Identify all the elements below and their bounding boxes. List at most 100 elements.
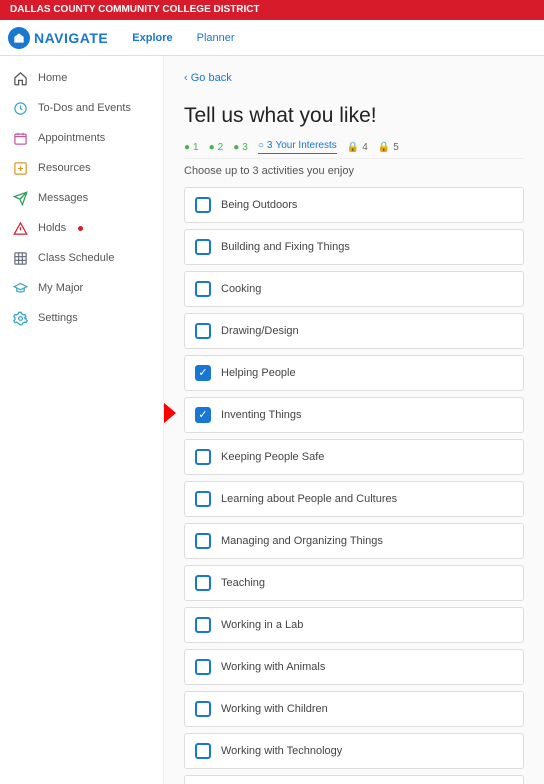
checkbox[interactable] xyxy=(195,575,211,591)
step-3-current: ○3 Your Interests xyxy=(258,140,337,154)
annotation-arrow-left xyxy=(164,386,176,443)
checkbox[interactable] xyxy=(195,491,211,507)
option-label: Working with Children xyxy=(221,703,328,715)
grad-cap-icon xyxy=(12,280,28,296)
send-icon xyxy=(12,190,28,206)
checkbox[interactable] xyxy=(195,617,211,633)
option-label: Building and Fixing Things xyxy=(221,241,350,253)
checkbox[interactable] xyxy=(195,197,211,213)
option-working-lab[interactable]: Working in a Lab xyxy=(184,607,524,643)
sidebar: Home To-Dos and Events Appointments Reso… xyxy=(0,56,164,784)
sidebar-item-todos[interactable]: To-Dos and Events xyxy=(0,94,163,122)
checkbox[interactable] xyxy=(195,281,211,297)
sidebar-item-holds[interactable]: Holds xyxy=(0,214,163,242)
option-label: Managing and Organizing Things xyxy=(221,535,383,547)
alert-icon xyxy=(12,220,28,236)
check-icon: ● xyxy=(209,142,215,153)
option-label: Working with Technology xyxy=(221,745,342,757)
option-cooking[interactable]: Cooking xyxy=(184,271,524,307)
tab-planner[interactable]: Planner xyxy=(197,32,235,44)
option-being-outdoors[interactable]: Being Outdoors xyxy=(184,187,524,223)
sidebar-item-class-schedule[interactable]: Class Schedule xyxy=(0,244,163,272)
sidebar-item-my-major[interactable]: My Major xyxy=(0,274,163,302)
step-1: ●1 xyxy=(184,142,199,153)
plus-square-icon xyxy=(12,160,28,176)
option-label: Drawing/Design xyxy=(221,325,299,337)
stepper: ●1 ●2 ●3 ○3 Your Interests 🔒4 🔒5 xyxy=(184,140,524,159)
main-content: ‹ Go back Tell us what you like! ●1 ●2 ●… xyxy=(164,56,544,784)
sidebar-item-home[interactable]: Home xyxy=(0,64,163,92)
option-learning-cultures[interactable]: Learning about People and Cultures xyxy=(184,481,524,517)
option-label: Keeping People Safe xyxy=(221,451,324,463)
sidebar-label: Holds xyxy=(38,222,66,234)
option-helping-people[interactable]: Helping People xyxy=(184,355,524,391)
checkbox-checked[interactable] xyxy=(195,407,211,423)
option-teaching[interactable]: Teaching xyxy=(184,565,524,601)
go-back-link[interactable]: ‹ Go back xyxy=(184,72,232,84)
option-label: Being Outdoors xyxy=(221,199,297,211)
app-name: NAVIGATE xyxy=(34,30,108,46)
sidebar-item-settings[interactable]: Settings xyxy=(0,304,163,332)
option-building-fixing[interactable]: Building and Fixing Things xyxy=(184,229,524,265)
circle-icon: ○ xyxy=(258,140,264,151)
sidebar-label: Messages xyxy=(38,192,88,204)
step-2: ●2 xyxy=(209,142,224,153)
options-list: Being Outdoors Building and Fixing Thing… xyxy=(184,187,524,784)
app-bar: NAVIGATE Explore Planner xyxy=(0,20,544,56)
checkbox[interactable] xyxy=(195,533,211,549)
checkbox[interactable] xyxy=(195,743,211,759)
checkbox[interactable] xyxy=(195,701,211,717)
sidebar-label: To-Dos and Events xyxy=(38,102,131,114)
option-drawing-design[interactable]: Drawing/Design xyxy=(184,313,524,349)
sidebar-item-resources[interactable]: Resources xyxy=(0,154,163,182)
option-label: Working with Animals xyxy=(221,661,325,673)
org-name: DALLAS COUNTY COMMUNITY COLLEGE DISTRICT xyxy=(10,4,260,15)
sidebar-label: Settings xyxy=(38,312,78,324)
app-tabs: Explore Planner xyxy=(132,32,234,44)
option-working-children[interactable]: Working with Children xyxy=(184,691,524,727)
sidebar-label: Appointments xyxy=(38,132,105,144)
checkbox[interactable] xyxy=(195,239,211,255)
option-keeping-people-safe[interactable]: Keeping People Safe xyxy=(184,439,524,475)
checkbox[interactable] xyxy=(195,659,211,675)
option-writing-researching[interactable]: Writing and Researching xyxy=(184,775,524,784)
sidebar-item-messages[interactable]: Messages xyxy=(0,184,163,212)
option-working-technology[interactable]: Working with Technology xyxy=(184,733,524,769)
option-managing-organizing[interactable]: Managing and Organizing Things xyxy=(184,523,524,559)
step-3a: ●3 xyxy=(233,142,248,153)
sidebar-item-appointments[interactable]: Appointments xyxy=(0,124,163,152)
option-working-animals[interactable]: Working with Animals xyxy=(184,649,524,685)
clock-icon xyxy=(12,100,28,116)
app-logo-icon xyxy=(8,27,30,49)
calendar-icon xyxy=(12,130,28,146)
grid-icon xyxy=(12,250,28,266)
org-bar: DALLAS COUNTY COMMUNITY COLLEGE DISTRICT xyxy=(0,0,544,20)
option-label: Teaching xyxy=(221,577,265,589)
option-label: Working in a Lab xyxy=(221,619,303,631)
checkbox-checked[interactable] xyxy=(195,365,211,381)
option-label: Cooking xyxy=(221,283,261,295)
checkbox[interactable] xyxy=(195,449,211,465)
sidebar-label: My Major xyxy=(38,282,83,294)
sidebar-label: Resources xyxy=(38,162,91,174)
chevron-left-icon: ‹ xyxy=(184,72,191,84)
sidebar-label: Home xyxy=(38,72,67,84)
tab-explore[interactable]: Explore xyxy=(132,32,172,44)
sidebar-label: Class Schedule xyxy=(38,252,114,264)
checkbox[interactable] xyxy=(195,323,211,339)
option-inventing-things[interactable]: Inventing Things xyxy=(184,397,524,433)
gear-icon xyxy=(12,310,28,326)
check-icon: ● xyxy=(233,142,239,153)
page-title: Tell us what you like! xyxy=(184,104,524,128)
lock-icon: 🔒 xyxy=(347,142,359,153)
option-label: Helping People xyxy=(221,367,296,379)
step-5: 🔒5 xyxy=(378,142,399,153)
holds-badge xyxy=(78,226,83,231)
option-label: Inventing Things xyxy=(221,409,302,421)
subtitle: Choose up to 3 activities you enjoy xyxy=(184,165,524,177)
lock-icon: 🔒 xyxy=(378,142,390,153)
home-icon xyxy=(12,70,28,86)
check-icon: ● xyxy=(184,142,190,153)
step-4: 🔒4 xyxy=(347,142,368,153)
option-label: Learning about People and Cultures xyxy=(221,493,397,505)
